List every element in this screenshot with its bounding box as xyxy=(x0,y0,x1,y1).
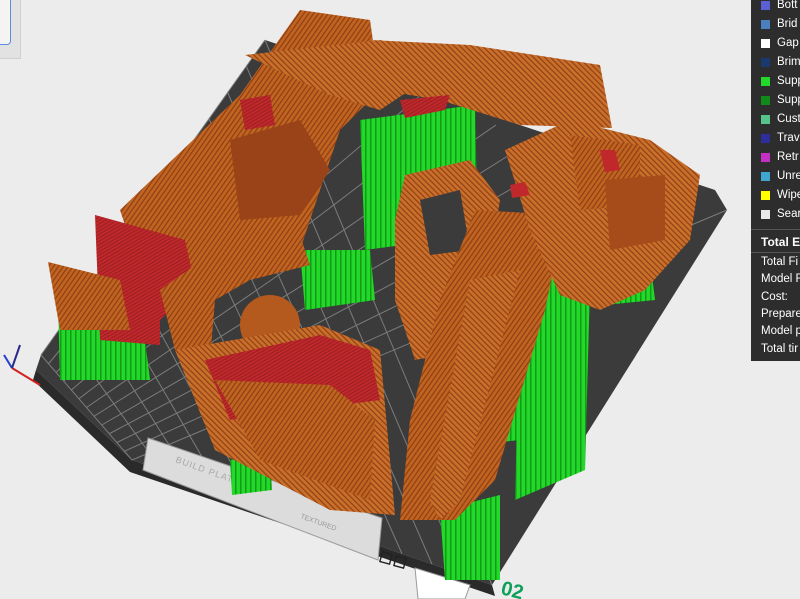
legend-label: Cust xyxy=(777,113,800,125)
legend-item[interactable]: Retr xyxy=(751,149,800,167)
legend-label: Unre xyxy=(777,170,800,182)
legend-swatch xyxy=(761,20,770,29)
legend-swatch xyxy=(761,153,770,162)
legend-label: Brid xyxy=(777,18,798,30)
legend-swatch xyxy=(761,77,770,86)
legend-label: Bott xyxy=(777,0,798,11)
legend-item[interactable]: Supp xyxy=(751,73,800,91)
legend-stat: Model p xyxy=(761,325,800,338)
legend-swatch xyxy=(761,191,770,200)
legend-swatch xyxy=(761,172,770,181)
legend-label: Retr xyxy=(777,151,799,163)
legend-stat: Prepare xyxy=(761,307,800,320)
legend-label: Wipe xyxy=(777,189,800,201)
legend-swatch xyxy=(761,115,770,124)
legend-label: Supp xyxy=(777,75,800,87)
legend-swatch xyxy=(761,39,770,48)
legend-divider xyxy=(751,229,800,230)
top-left-panel xyxy=(0,0,21,59)
legend-summary-title: Total E xyxy=(761,235,800,249)
legend-stat: Total tir xyxy=(761,342,799,355)
legend-stat: Total Fi xyxy=(761,256,799,268)
legend-stat: Cost: xyxy=(761,290,788,303)
legend-item[interactable]: Wipe xyxy=(751,187,800,205)
legend-panel: Total E Bott Brid Gap Brim Supp Supp Cust Trav R… xyxy=(751,0,800,361)
legend-label: Sear xyxy=(777,208,800,220)
legend-item[interactable]: Brim xyxy=(751,54,800,72)
legend-item[interactable]: Gap xyxy=(751,35,800,53)
legend-item[interactable]: Sear xyxy=(751,206,800,224)
legend-label: Brim xyxy=(777,56,800,68)
legend-swatch xyxy=(761,210,770,219)
plate-number: 02 xyxy=(499,578,526,599)
legend-label: Supp xyxy=(777,94,800,106)
3d-viewport[interactable]: BUILD PLATE TEXTURED 02 xyxy=(0,0,800,599)
legend-item[interactable]: Cust xyxy=(751,111,800,129)
legend-label: Gap xyxy=(777,37,799,49)
scene-canvas[interactable]: BUILD PLATE TEXTURED 02 xyxy=(0,0,800,599)
legend-item[interactable]: Bott xyxy=(751,0,800,15)
legend-item[interactable]: Trav xyxy=(751,130,800,148)
legend-divider xyxy=(751,252,800,253)
legend-item[interactable]: Supp xyxy=(751,92,800,110)
legend-label: Trav xyxy=(777,132,800,144)
legend-swatch xyxy=(761,96,770,105)
legend-swatch xyxy=(761,1,770,10)
legend-stat: Model F xyxy=(761,273,800,286)
legend-item[interactable]: Brid xyxy=(751,16,800,34)
legend-swatch xyxy=(761,134,770,143)
top-left-input[interactable] xyxy=(0,0,11,45)
legend-item[interactable]: Unre xyxy=(751,168,800,186)
legend-swatch xyxy=(761,58,770,67)
